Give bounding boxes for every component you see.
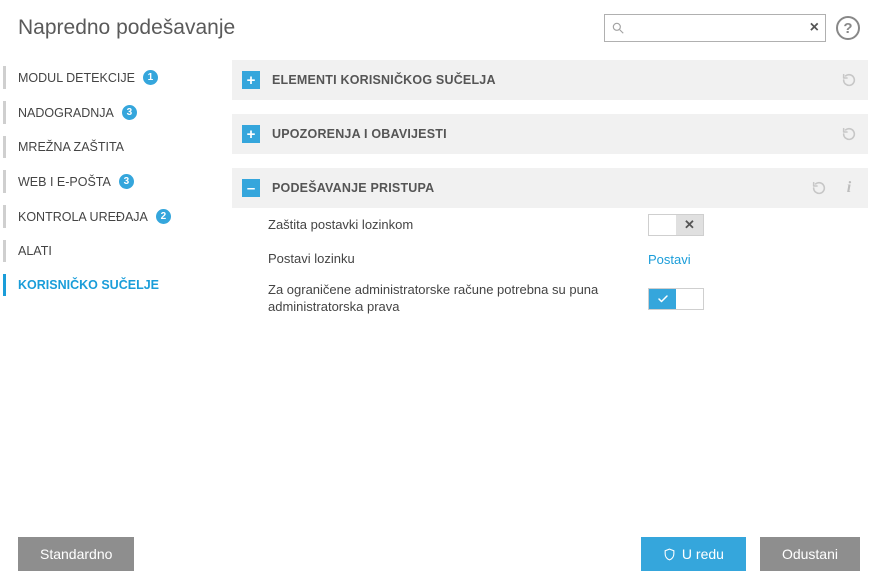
section-header[interactable]: + ELEMENTI KORISNIČKOG SUČELJA (232, 60, 868, 100)
search-input[interactable] (625, 21, 810, 36)
badge: 3 (119, 174, 134, 189)
reset-icon[interactable] (840, 71, 858, 89)
row-label: Postavi lozinku (268, 251, 648, 268)
footer: Standardno U redu Odustani (0, 523, 878, 585)
row-label: Za ograničene administratorske račune po… (268, 282, 648, 316)
sidebar-item-web-email[interactable]: WEB I E-POŠTA 3 (0, 164, 210, 199)
collapse-icon[interactable]: – (242, 179, 260, 197)
sidebar-item-device-control[interactable]: KONTROLA UREĐAJA 2 (0, 199, 210, 234)
sidebar-item-ui[interactable]: KORISNIČKO SUČELJE (0, 268, 210, 302)
row-label: Zaštita postavki lozinkom (268, 217, 648, 234)
check-icon (649, 289, 676, 309)
row-password-protect: Zaštita postavki lozinkom ✕ (232, 208, 868, 242)
section-header[interactable]: + UPOZORENJA I OBAVIJESTI (232, 114, 868, 154)
x-icon: ✕ (676, 215, 703, 235)
toggle-full-admin[interactable] (648, 288, 704, 310)
sidebar-item-label: ALATI (18, 244, 52, 258)
sidebar-item-label: MREŽNA ZAŠTITA (18, 140, 124, 154)
expand-icon[interactable]: + (242, 125, 260, 143)
set-password-link[interactable]: Postavi (648, 252, 691, 267)
section-title: ELEMENTI KORISNIČKOG SUČELJA (272, 73, 828, 87)
section-access: – PODEŠAVANJE PRISTUPA i Zaštita postavk… (232, 168, 868, 322)
shield-icon (663, 548, 676, 561)
section-title: UPOZORENJA I OBAVIJESTI (272, 127, 828, 141)
section-alerts: + UPOZORENJA I OBAVIJESTI (232, 114, 868, 154)
badge: 1 (143, 70, 158, 85)
ok-button[interactable]: U redu (641, 537, 746, 571)
sidebar-item-network[interactable]: MREŽNA ZAŠTITA (0, 130, 210, 164)
reset-icon[interactable] (810, 179, 828, 197)
reset-icon[interactable] (840, 125, 858, 143)
ok-button-label: U redu (682, 546, 724, 562)
sidebar-item-label: MODUL DETEKCIJE (18, 71, 135, 85)
section-title: PODEŠAVANJE PRISTUPA (272, 181, 798, 195)
sidebar-item-tools[interactable]: ALATI (0, 234, 210, 268)
info-icon[interactable]: i (840, 179, 858, 197)
badge: 2 (156, 209, 171, 224)
section-header[interactable]: – PODEŠAVANJE PRISTUPA i (232, 168, 868, 208)
sidebar-item-label: KORISNIČKO SUČELJE (18, 278, 159, 292)
sidebar-item-label: NADOGRADNJA (18, 106, 114, 120)
content-panel: + ELEMENTI KORISNIČKOG SUČELJA + UPOZORE… (210, 56, 878, 516)
sidebar-item-update[interactable]: NADOGRADNJA 3 (0, 95, 210, 130)
search-icon (611, 21, 625, 35)
row-set-password: Postavi lozinku Postavi (232, 242, 868, 276)
badge: 3 (122, 105, 137, 120)
search-box[interactable]: × (604, 14, 826, 42)
page-title: Napredno podešavanje (18, 16, 604, 40)
toggle-password-protect[interactable]: ✕ (648, 214, 704, 236)
cancel-button[interactable]: Odustani (760, 537, 860, 571)
default-button[interactable]: Standardno (18, 537, 134, 571)
sidebar-item-label: KONTROLA UREĐAJA (18, 210, 148, 224)
expand-icon[interactable]: + (242, 71, 260, 89)
row-full-admin: Za ograničene administratorske račune po… (232, 276, 868, 322)
clear-search-icon[interactable]: × (810, 19, 819, 37)
sidebar-item-label: WEB I E-POŠTA (18, 175, 111, 189)
sidebar: MODUL DETEKCIJE 1 NADOGRADNJA 3 MREŽNA Z… (0, 56, 210, 516)
section-ui-elements: + ELEMENTI KORISNIČKOG SUČELJA (232, 60, 868, 100)
help-icon[interactable]: ? (836, 16, 860, 40)
sidebar-item-detection[interactable]: MODUL DETEKCIJE 1 (0, 60, 210, 95)
